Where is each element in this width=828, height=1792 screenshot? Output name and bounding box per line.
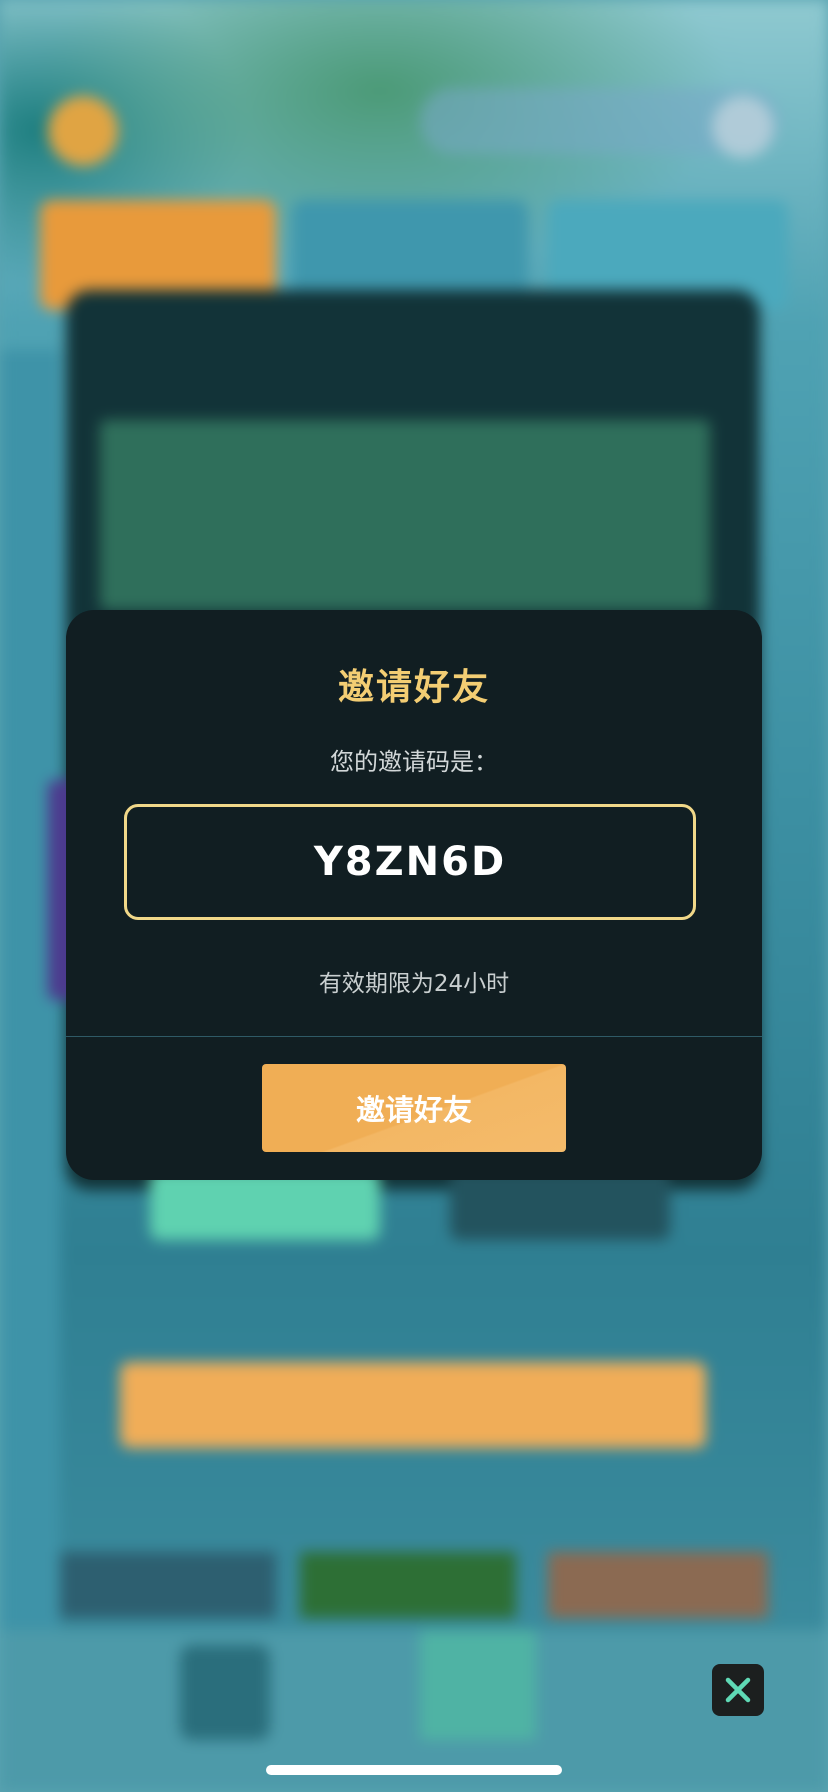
invite-friends-button[interactable]: 邀请好友 (262, 1064, 566, 1152)
coin-icon (48, 96, 118, 166)
background-chip-1 (60, 1552, 276, 1618)
background-chip-3 (548, 1552, 768, 1618)
invite-code-value: Y8ZN6D (313, 839, 507, 885)
invite-friends-modal: 邀请好友 您的邀请码是： Y8ZN6D 有效期限为24小时 邀请好友 (66, 610, 762, 1180)
invite-code-label: 您的邀请码是： (330, 748, 498, 776)
close-button[interactable] (712, 1664, 764, 1716)
background-chip-2 (300, 1552, 516, 1618)
modal-title: 邀请好友 (337, 667, 490, 708)
invite-code-box[interactable]: Y8ZN6D (124, 804, 696, 920)
avatar (712, 96, 774, 158)
background-orange-button (120, 1362, 706, 1448)
validity-note: 有效期限为24小时 (318, 971, 510, 997)
home-indicator (266, 1765, 562, 1775)
divider (66, 1036, 762, 1037)
background-green-button (150, 1170, 380, 1240)
close-x-icon (725, 1677, 751, 1703)
left-strip (0, 350, 60, 1650)
bottom-nav-highlight-item (420, 1630, 536, 1740)
background-dark-button (450, 1170, 670, 1240)
bottom-nav-active-item (180, 1645, 270, 1740)
background-text-block (100, 420, 710, 610)
